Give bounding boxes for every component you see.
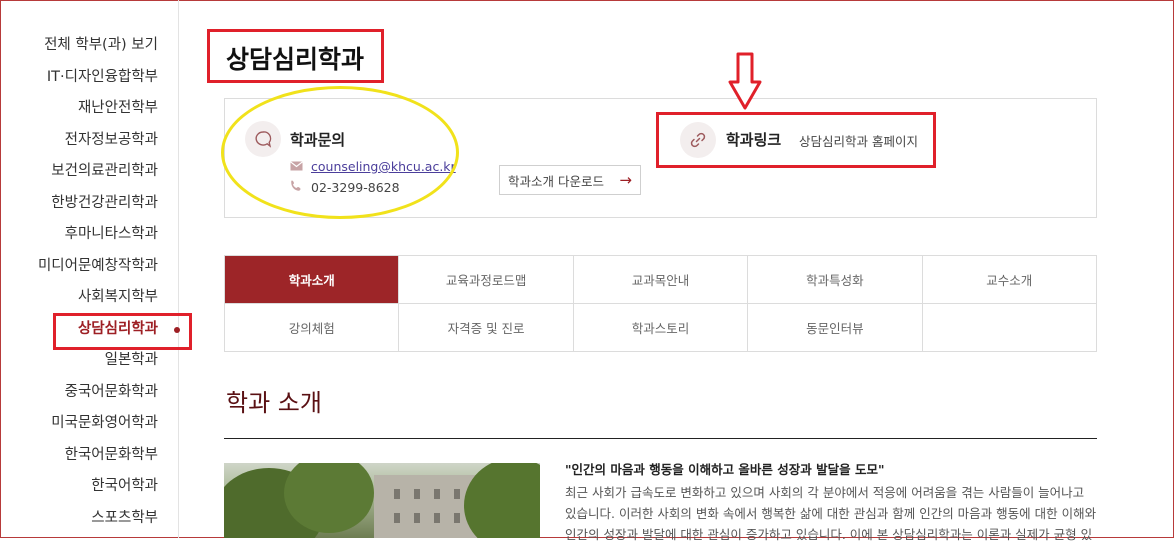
department-tabs: 학과소개 교육과정로드맵 교과목안내 학과특성화 교수소개 강의체험 자격증 및…	[224, 255, 1097, 352]
tab-certificates-career[interactable]: 자격증 및 진로	[399, 304, 574, 352]
body-line: 인간의 성장과 발달에 대한 관심이 증가하고 있습니다. 이에 본 상담심리학…	[565, 527, 1093, 542]
section-divider	[224, 438, 1097, 439]
sidebar-item-label: 미디어문예창작학과	[37, 257, 158, 274]
annotation-box-sidebar	[53, 313, 192, 350]
sidebar-item-korean[interactable]: 한국어학과	[0, 471, 178, 503]
sidebar-item-label: 한국어문화학부	[64, 446, 158, 463]
sidebar-item-social-welfare[interactable]: 사회복지학부	[0, 282, 178, 314]
sidebar-item-media-writing[interactable]: 미디어문예창작학과	[0, 251, 178, 283]
sidebar-item-label: 미국문화영어학과	[51, 415, 158, 431]
sidebar-item-it-design[interactable]: IT·디자인융합학부	[0, 62, 178, 94]
sidebar-item-label: 한방건강관리학과	[51, 194, 158, 211]
sidebar-item-oriental-health[interactable]: 한방건강관리학과	[0, 188, 178, 220]
sidebar-item-chinese[interactable]: 중국어문화학과	[0, 377, 178, 409]
tab-empty	[922, 304, 1097, 352]
tab-specialization[interactable]: 학과특성화	[748, 256, 923, 304]
sidebar-item-disaster-safety[interactable]: 재난안전학부	[0, 93, 178, 125]
department-sidebar: 전체 학부(과) 보기 IT·디자인융합학부 재난안전학부 전자정보공학과 보건…	[0, 30, 180, 535]
download-button-label: 학과소개 다운로드	[508, 173, 604, 189]
sidebar-item-sports[interactable]: 스포츠학부	[0, 503, 178, 535]
section-body: 최근 사회가 급속도로 변화하고 있으며 사회의 각 분야에서 적응에 어려움을…	[565, 482, 1105, 545]
sidebar-item-label: 중국어문화학과	[64, 383, 158, 400]
sidebar-item-label: 일본학과	[104, 352, 158, 368]
download-brochure-button[interactable]: 학과소개 다운로드 →	[499, 165, 641, 195]
arrow-right-icon: →	[619, 171, 632, 189]
tab-lecture-experience[interactable]: 강의체험	[225, 304, 400, 352]
body-line: 최근 사회가 급속도로 변화하고 있으며 사회의 각 분야에서 적응에 어려움을…	[565, 485, 1085, 500]
sidebar-item-label: IT·디자인융합학부	[46, 68, 158, 85]
sidebar-item-american-english[interactable]: 미국문화영어학과	[0, 408, 178, 440]
sidebar-item-all[interactable]: 전체 학부(과) 보기	[0, 30, 178, 62]
tab-intro[interactable]: 학과소개	[225, 256, 400, 304]
sidebar-item-label: 전체 학부(과) 보기	[44, 37, 158, 53]
sidebar-item-humanitas[interactable]: 후마니타스학과	[0, 219, 178, 251]
annotation-box-link	[656, 112, 936, 168]
sidebar-item-label: 전자정보공학과	[64, 131, 158, 148]
annotation-ellipse-contact	[221, 86, 459, 219]
section-quote: "인간의 마음과 행동을 이해하고 올바른 성장과 발달을 도모"	[565, 462, 885, 477]
tab-department-story[interactable]: 학과스토리	[573, 304, 749, 352]
sidebar-item-korean-culture[interactable]: 한국어문화학부	[0, 440, 178, 472]
sidebar-item-label: 후마니타스학과	[64, 226, 158, 242]
sidebar-item-label: 스포츠학부	[91, 509, 158, 526]
campus-photo	[224, 463, 540, 538]
tab-faculty[interactable]: 교수소개	[922, 256, 1097, 304]
tab-courses[interactable]: 교과목안내	[573, 256, 749, 304]
sidebar-item-label: 보건의료관리학과	[51, 163, 158, 179]
sidebar-item-label: 재난안전학부	[77, 100, 158, 116]
body-line: 있습니다. 이러한 사회의 변화 속에서 행복한 삶에 대한 관심과 함께 인간…	[565, 506, 1097, 521]
annotation-box-title	[207, 29, 384, 83]
sidebar-item-label: 사회복지학부	[77, 289, 158, 305]
tab-curriculum-roadmap[interactable]: 교육과정로드맵	[399, 256, 574, 304]
sidebar-item-electronics[interactable]: 전자정보공학과	[0, 125, 178, 157]
sidebar-item-label: 한국어학과	[91, 478, 158, 494]
down-arrow-icon	[728, 52, 762, 110]
tab-alumni-interview[interactable]: 동문인터뷰	[748, 304, 923, 352]
sidebar-item-health-admin[interactable]: 보건의료관리학과	[0, 156, 178, 188]
sidebar-divider	[178, 0, 179, 538]
section-title: 학과 소개	[226, 389, 322, 417]
